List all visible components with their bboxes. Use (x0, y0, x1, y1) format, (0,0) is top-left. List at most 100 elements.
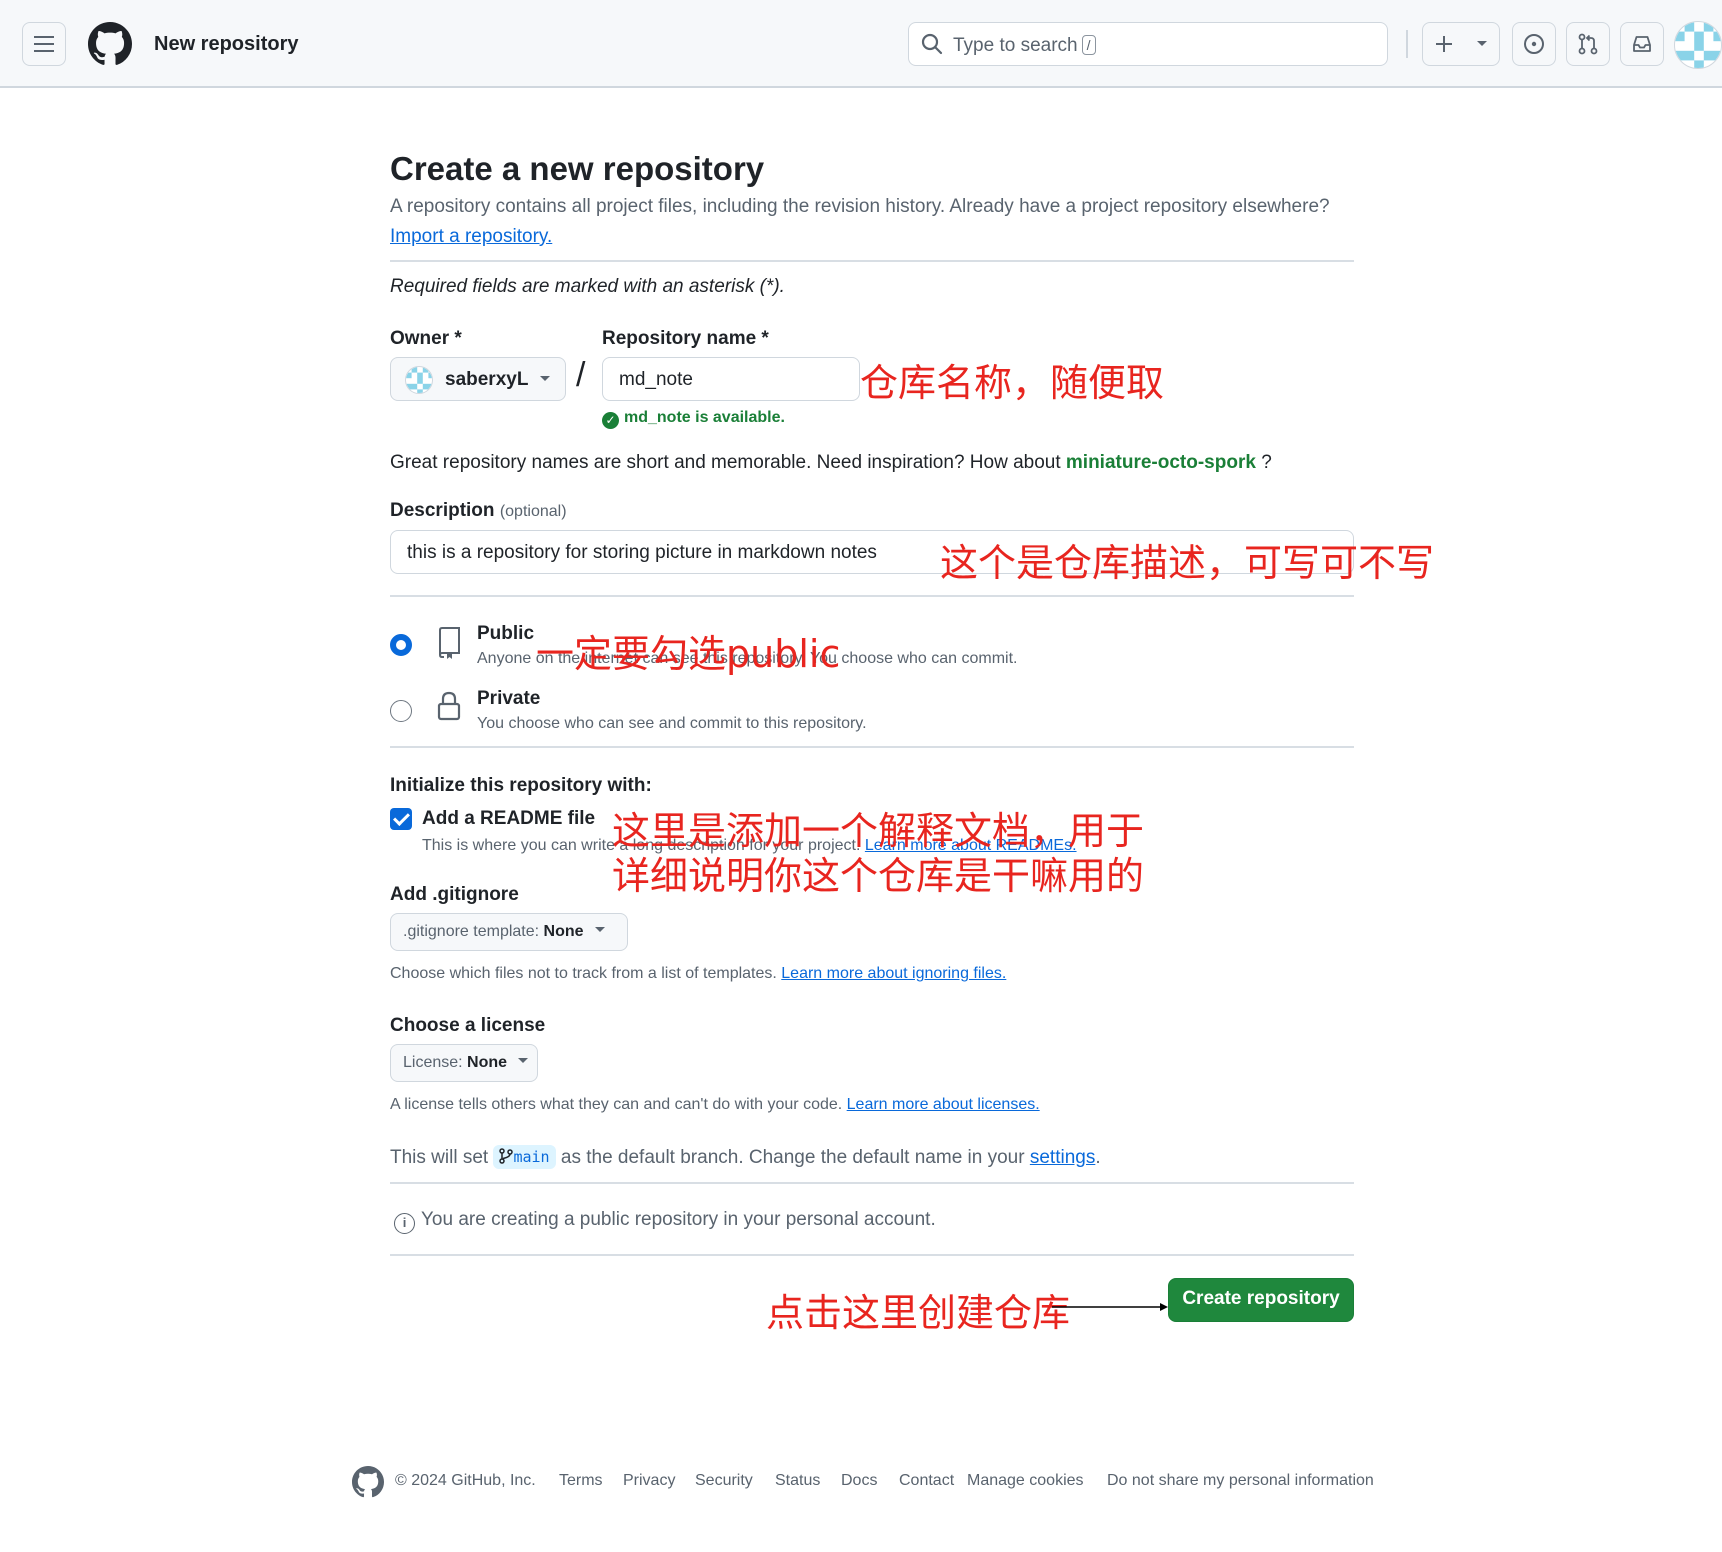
search-icon (921, 33, 943, 55)
menu-button[interactable] (22, 22, 66, 66)
user-avatar[interactable] (1674, 21, 1722, 69)
owner-repo-separator: / (576, 356, 586, 394)
license-dropdown[interactable]: License: None (390, 1044, 538, 1082)
branch-name: main (513, 1148, 550, 1166)
identicon-avatar-icon (1675, 22, 1721, 68)
footer-link-manage-cookies[interactable]: Manage cookies (967, 1472, 1084, 1490)
section-divider (390, 1182, 1354, 1184)
plus-icon (1435, 36, 1452, 52)
gitignore-dropdown-value: None (543, 923, 584, 940)
footer-link-terms[interactable]: Terms (559, 1472, 603, 1490)
footer-link-contact[interactable]: Contact (899, 1472, 954, 1490)
create-new-button[interactable] (1422, 22, 1500, 66)
footer-copyright: © 2024 GitHub, Inc. (395, 1472, 536, 1489)
annotation-create: 点击这里创建仓库 (766, 1291, 1071, 1335)
lock-icon (437, 691, 461, 721)
gitignore-help: Choose which files not to track from a l… (390, 965, 1006, 983)
annotation-description: 这个是仓库描述，可写可不写 (940, 541, 1435, 585)
footer-link-privacy[interactable]: Privacy (623, 1472, 675, 1490)
licenses-learn-more-link[interactable]: Learn more about licenses. (847, 1096, 1040, 1113)
annotation-repo-name: 仓库名称，随便取 (860, 361, 1165, 405)
name-suggestion: Great repository names are short and mem… (390, 452, 1272, 474)
pull-requests-button[interactable] (1566, 22, 1610, 66)
header-divider (1406, 30, 1408, 58)
license-help: A license tells others what they can and… (390, 1096, 1040, 1114)
footer-link-security[interactable]: Security (695, 1472, 753, 1490)
initialize-label: Initialize this repository with: (390, 775, 652, 796)
section-divider (390, 260, 1354, 262)
annotation-arrow-icon (1052, 1303, 1168, 1311)
section-divider (390, 1254, 1354, 1256)
identicon-avatar-icon (406, 367, 432, 393)
public-radio[interactable] (390, 634, 412, 656)
suggestion-text: Great repository names are short and mem… (390, 452, 1061, 473)
required-fields-note: Required fields are marked with an aster… (390, 276, 785, 297)
search-input[interactable]: Type to search / (908, 22, 1388, 66)
inbox-icon (1633, 36, 1651, 52)
hamburger-icon (34, 36, 54, 52)
issues-button[interactable] (1512, 22, 1556, 66)
github-logo-icon[interactable] (352, 1466, 384, 1498)
issue-opened-icon (1524, 34, 1544, 54)
repo-icon (439, 627, 460, 659)
page-lead: A repository contains all project files,… (390, 196, 1330, 217)
owner-label: Owner * (390, 328, 462, 349)
readme-checkbox[interactable] (390, 808, 412, 830)
gitignore-label: Add .gitignore (390, 884, 519, 905)
settings-link[interactable]: settings (1030, 1147, 1095, 1168)
search-shortcut-key: / (1081, 35, 1096, 55)
license-label: Choose a license (390, 1015, 546, 1036)
info-icon: i (394, 1213, 415, 1234)
caret-down-icon (518, 1058, 529, 1063)
public-title: Public (477, 623, 535, 644)
ignoring-files-learn-more-link[interactable]: Learn more about ignoring files. (781, 965, 1006, 982)
inbox-button[interactable] (1620, 22, 1664, 66)
footer-link-status[interactable]: Status (775, 1472, 820, 1490)
description-label: Description (optional) (390, 500, 567, 522)
branch-middle-text: as the default branch. Change the defaul… (560, 1147, 1025, 1168)
private-radio[interactable] (390, 700, 412, 722)
license-dropdown-prefix: License: (403, 1054, 463, 1071)
branch-suffix: . (1095, 1147, 1101, 1168)
availability-text: md_note is available. (624, 409, 785, 426)
branch-prefix: This will set (390, 1147, 489, 1168)
owner-avatar (405, 366, 433, 394)
private-title: Private (477, 688, 541, 709)
footer-link-docs[interactable]: Docs (841, 1472, 877, 1490)
notice-text: You are creating a public repository in … (421, 1209, 936, 1230)
git-branch-icon (499, 1148, 514, 1164)
public-repo-notice: i You are creating a public repository in… (394, 1209, 936, 1234)
search-placeholder: Type to search (953, 35, 1078, 56)
footer-link-do-not-share[interactable]: Do not share my personal information (1107, 1472, 1374, 1490)
check-circle-icon: ✓ (602, 412, 619, 429)
gitignore-help-text: Choose which files not to track from a l… (390, 965, 777, 982)
section-divider (390, 746, 1354, 748)
license-dropdown-value: None (467, 1054, 508, 1071)
readme-title: Add a README file (422, 808, 596, 829)
section-divider (390, 595, 1354, 597)
import-repository-link[interactable]: Import a repository. (390, 226, 552, 248)
annotation-readme-line2: 详细说明你这个仓库是干嘛用的 (612, 854, 1145, 898)
private-description: You choose who can see and commit to thi… (477, 715, 867, 732)
owner-name: saberxyL (445, 369, 529, 390)
suggested-name-link[interactable]: miniature-octo-spork (1066, 452, 1256, 473)
caret-down-icon (594, 927, 605, 932)
gitignore-template-dropdown[interactable]: .gitignore template: None (390, 913, 628, 951)
license-help-text: A license tells others what they can and… (390, 1096, 843, 1113)
owner-dropdown[interactable]: saberxyL (390, 357, 566, 401)
repository-name-input[interactable]: md_note (602, 357, 860, 401)
optional-tag: (optional) (499, 503, 567, 520)
name-availability-status: ✓ md_note is available. (602, 409, 785, 429)
caret-down-icon (1476, 41, 1487, 46)
page-title: Create a new repository (390, 150, 765, 187)
default-branch-note: This will set main as the default branch… (390, 1145, 1101, 1169)
description-label-text: Description (390, 500, 495, 521)
caret-down-icon (540, 376, 550, 381)
global-header: New repository Type to search / (0, 0, 1722, 88)
github-logo-icon[interactable] (88, 22, 132, 66)
suggestion-suffix: ? (1255, 452, 1272, 473)
branch-name-tag: main (493, 1145, 556, 1169)
repo-name-label: Repository name * (602, 328, 769, 349)
page-context-title[interactable]: New repository (154, 33, 298, 56)
create-repository-button[interactable]: Create repository (1168, 1278, 1354, 1322)
